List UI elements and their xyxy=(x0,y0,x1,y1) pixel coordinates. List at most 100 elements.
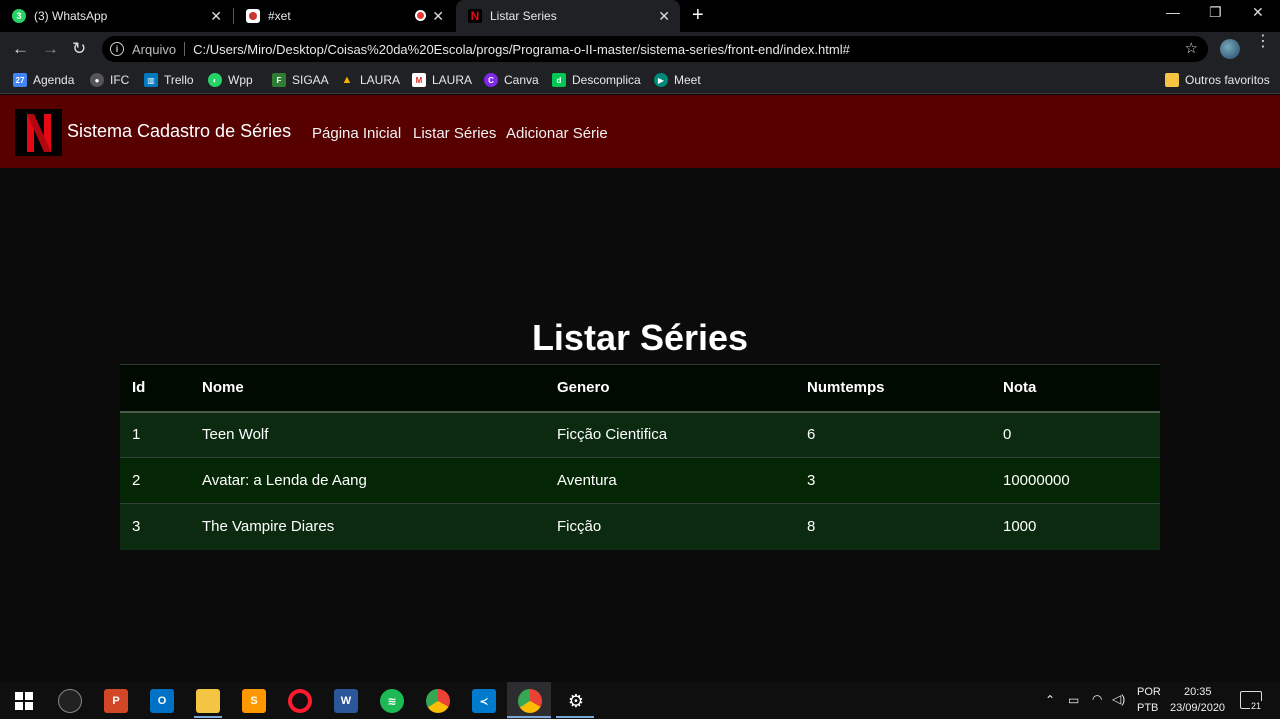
reload-icon[interactable]: ↻ xyxy=(72,39,86,59)
whatsapp-icon: 3 xyxy=(12,9,26,23)
bookmark-label: Wpp xyxy=(228,73,253,87)
web-page: Sistema Cadastro de Séries Página Inicia… xyxy=(0,95,1280,682)
chrome-active-icon[interactable] xyxy=(518,689,542,713)
minimize-button[interactable]: — xyxy=(1166,4,1180,20)
bookmark-sigaa[interactable]: F SIGAA xyxy=(272,71,329,89)
bookmark-wpp[interactable]: ◐ Wpp xyxy=(208,71,253,89)
address-bar[interactable]: i Arquivo C:/Users/Miro/Desktop/Coisas%2… xyxy=(102,36,1208,62)
powerpoint-icon[interactable]: P xyxy=(104,689,128,713)
chrome-icon[interactable] xyxy=(426,689,450,713)
new-tab-button[interactable]: + xyxy=(692,5,704,25)
close-icon[interactable]: ✕ xyxy=(432,8,444,24)
cell-nome: Teen Wolf xyxy=(190,411,545,458)
column-header-nota: Nota xyxy=(991,364,1160,413)
address-url[interactable]: C:/Users/Miro/Desktop/Coisas%20da%20Esco… xyxy=(193,42,850,57)
tab-whatsapp[interactable]: 3 (3) WhatsApp ✕ xyxy=(0,0,232,32)
word-icon[interactable]: W xyxy=(334,689,358,713)
bookmark-agenda[interactable]: 27 Agenda xyxy=(13,71,74,89)
tray-chevron-up-icon[interactable]: ⌃ xyxy=(1045,693,1055,707)
address-scheme-label: Arquivo xyxy=(132,41,177,57)
battery-icon[interactable]: ▭ xyxy=(1068,693,1079,707)
descomplica-icon: d xyxy=(552,73,566,87)
bookmark-star-icon[interactable]: ☆ xyxy=(1185,39,1198,57)
close-icon[interactable]: ✕ xyxy=(210,8,222,24)
page-title: Listar Séries xyxy=(531,317,749,358)
clock-date[interactable]: 23/09/2020 xyxy=(1170,702,1225,714)
bookmark-other-favorites[interactable]: Outros favoritos xyxy=(1165,71,1270,89)
back-arrow-icon[interactable]: ← xyxy=(12,39,29,59)
bookmark-label: Trello xyxy=(164,73,194,87)
bookmark-label: Meet xyxy=(674,73,701,87)
bookmark-canva[interactable]: C Canva xyxy=(484,71,539,89)
bookmark-ifc[interactable]: ● IFC xyxy=(90,71,129,89)
settings-gear-icon[interactable]: ⚙ xyxy=(564,689,588,713)
file-explorer-icon[interactable] xyxy=(196,689,220,713)
table-header-row: Id Nome Genero Numtemps Nota xyxy=(120,364,1160,413)
bookmark-descomplica[interactable]: d Descomplica xyxy=(552,71,641,89)
brand-title[interactable]: Sistema Cadastro de Séries xyxy=(67,121,291,142)
nav-link-pagina-inicial[interactable]: Página Inicial xyxy=(312,125,401,142)
cell-numtemps: 6 xyxy=(795,411,991,458)
windows-start-icon[interactable] xyxy=(12,689,36,713)
calendar-icon: 27 xyxy=(13,73,27,87)
cell-nota: 0 xyxy=(991,411,1160,458)
cell-id: 2 xyxy=(120,457,190,504)
bookmark-trello[interactable]: ▥ Trello xyxy=(144,71,194,89)
bookmark-label: SIGAA xyxy=(292,73,329,87)
nav-link-listar-series[interactable]: Listar Séries xyxy=(413,125,496,142)
menu-dots-icon[interactable]: ⋮ xyxy=(1255,34,1271,50)
bookmark-laura-gmail[interactable]: M LAURA xyxy=(412,71,472,89)
language-indicator[interactable]: POR xyxy=(1137,686,1161,698)
bookmark-laura-drive[interactable]: ▲ LAURA xyxy=(340,71,400,89)
bookmark-label: IFC xyxy=(110,73,130,87)
tab-title: Listar Series xyxy=(490,9,557,23)
cell-id: 3 xyxy=(120,503,190,550)
bookmark-label: Canva xyxy=(504,73,539,87)
tab-title: #xet xyxy=(268,9,291,23)
globe-icon: ● xyxy=(90,73,104,87)
recording-icon xyxy=(415,10,426,21)
folder-icon xyxy=(1165,73,1179,87)
cell-nome: Avatar: a Lenda de Aang xyxy=(190,457,545,504)
tab-xet[interactable]: #xet ✕ xyxy=(234,0,454,32)
site-navbar: Sistema Cadastro de Séries Página Inicia… xyxy=(0,95,1280,168)
clock-time[interactable]: 20:35 xyxy=(1184,686,1212,698)
app-icon-emblem[interactable] xyxy=(58,689,82,713)
close-window-button[interactable]: ✕ xyxy=(1252,4,1264,21)
opera-icon[interactable] xyxy=(288,689,312,713)
bookmark-meet[interactable]: ▶ Meet xyxy=(654,71,701,89)
bookmark-label: LAURA xyxy=(360,73,401,87)
column-header-nome: Nome xyxy=(190,364,545,413)
spotify-icon[interactable]: ≋ xyxy=(380,689,404,713)
gmail-icon: M xyxy=(412,73,426,87)
bookmarks-bar: 27 Agenda ● IFC ▥ Trello ◐ Wpp F SIGAA ▲… xyxy=(0,66,1280,94)
profile-avatar[interactable] xyxy=(1220,39,1240,59)
table-row: 3 The Vampire Diares Ficção 8 1000 xyxy=(120,503,1160,550)
wifi-icon[interactable]: ◠ xyxy=(1092,692,1102,706)
netflix-icon: N xyxy=(468,9,482,23)
browser-tab-strip: 3 (3) WhatsApp ✕ #xet ✕ N Listar Series … xyxy=(0,0,1280,32)
netflix-logo-icon[interactable] xyxy=(15,109,62,156)
keyboard-layout-indicator[interactable]: PTB xyxy=(1137,702,1158,714)
windows-taskbar: P O S W ≋ ≺ ⚙ ⌃ ▭ ◠ ◁) POR PTB 20:35 23/… xyxy=(0,682,1280,719)
sublime-text-icon[interactable]: S xyxy=(242,689,266,713)
column-header-numtemps: Numtemps xyxy=(795,364,991,413)
close-icon[interactable]: ✕ xyxy=(658,8,670,24)
nav-link-adicionar-serie[interactable]: Adicionar Série xyxy=(506,125,608,142)
forward-arrow-icon[interactable]: → xyxy=(42,39,59,59)
bookmark-label: Descomplica xyxy=(572,73,641,87)
cell-genero: Ficção Cientifica xyxy=(545,411,795,458)
cell-numtemps: 3 xyxy=(795,457,991,504)
cell-nota: 10000000 xyxy=(991,457,1160,504)
info-icon[interactable]: i xyxy=(110,42,124,56)
restore-button[interactable]: ❐ xyxy=(1209,4,1222,21)
volume-icon[interactable]: ◁) xyxy=(1112,692,1125,706)
sigaa-icon: F xyxy=(272,73,286,87)
notification-count: 21 xyxy=(1250,701,1263,711)
outlook-icon[interactable]: O xyxy=(150,689,174,713)
vscode-icon[interactable]: ≺ xyxy=(472,689,496,713)
tab-title: (3) WhatsApp xyxy=(34,9,108,23)
cell-numtemps: 8 xyxy=(795,503,991,550)
tab-listar-series[interactable]: N Listar Series ✕ xyxy=(456,0,680,32)
bookmark-label: LAURA xyxy=(432,73,473,87)
